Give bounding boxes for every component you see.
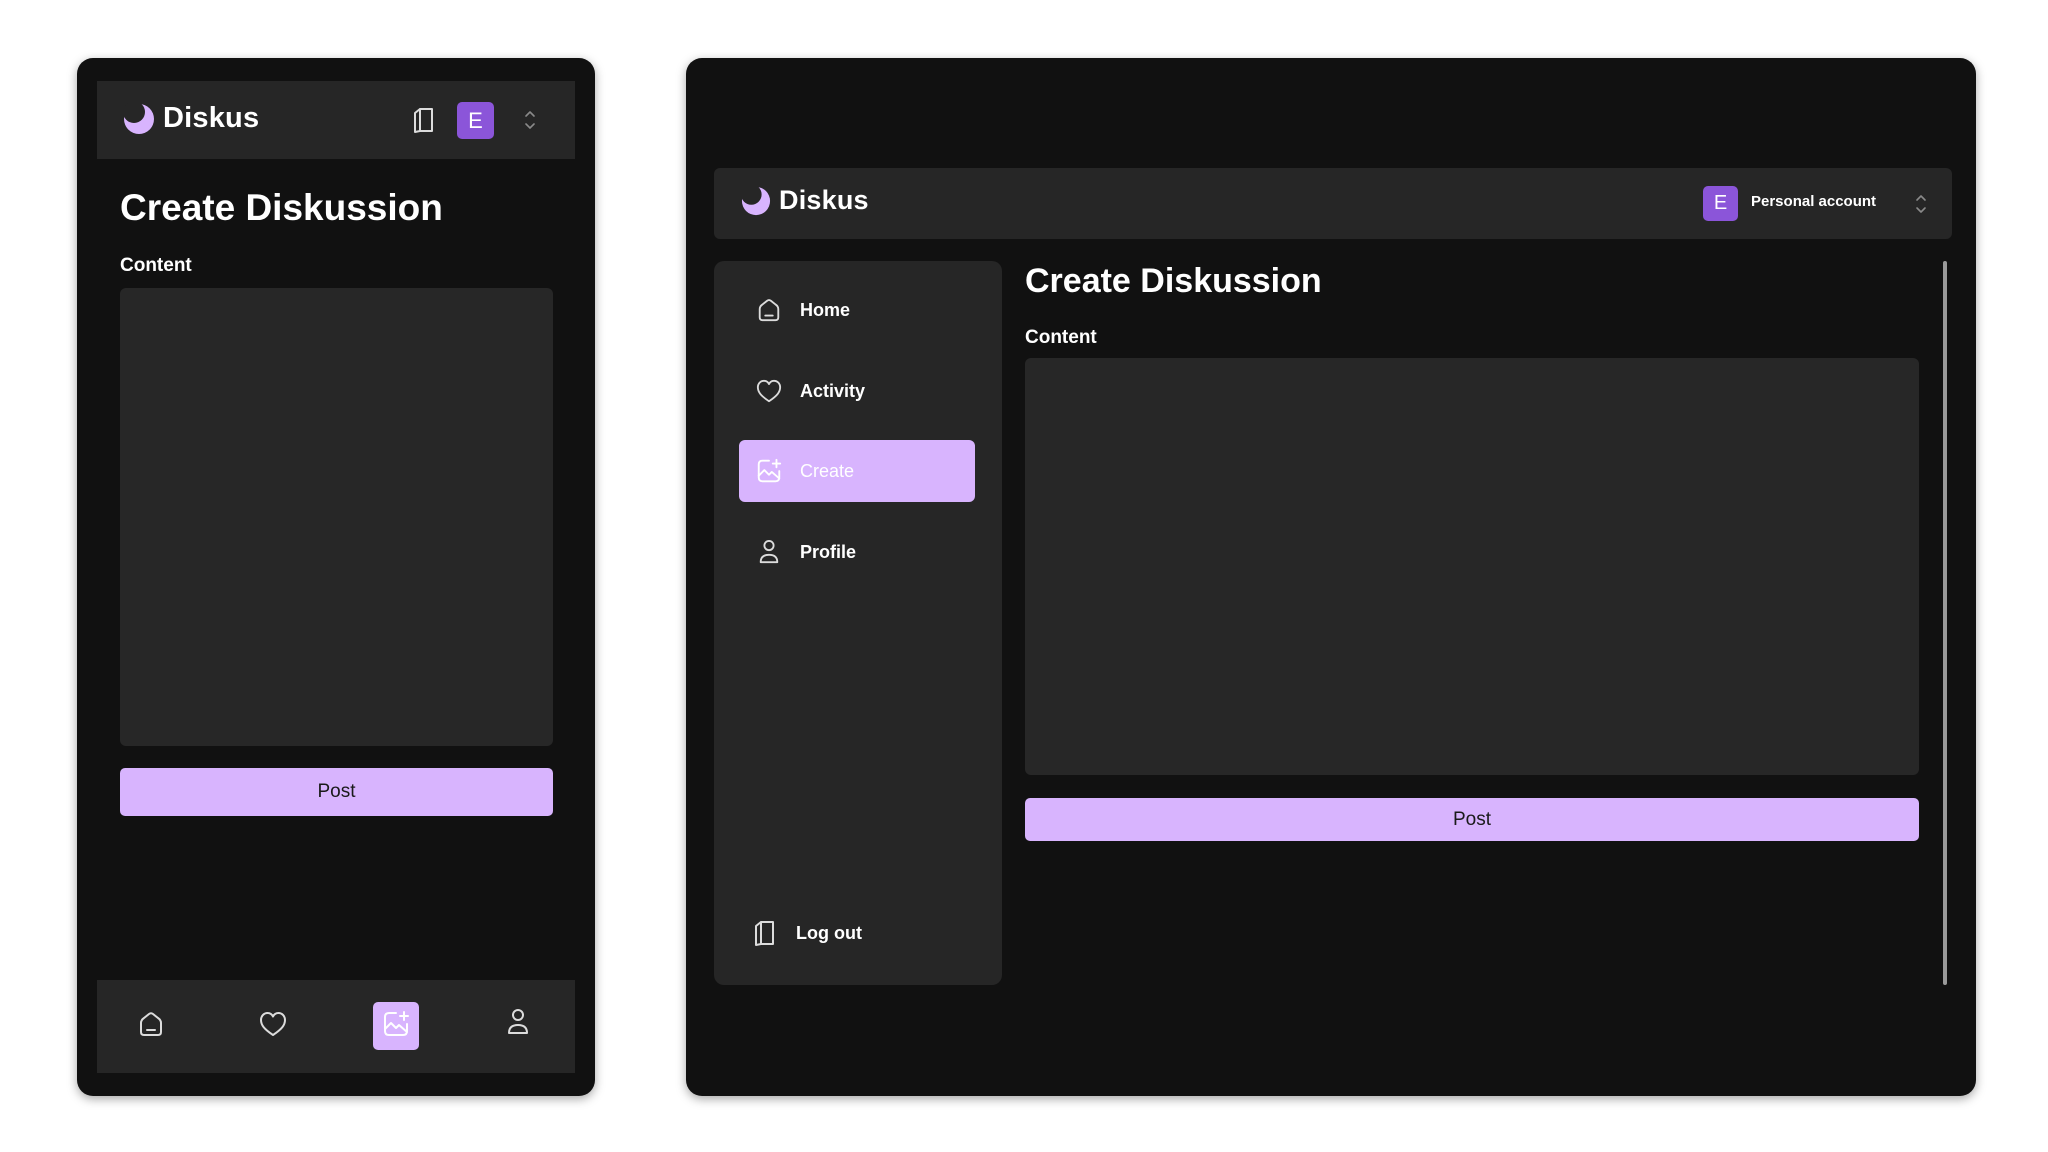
home-icon bbox=[755, 296, 783, 324]
tab-profile[interactable] bbox=[495, 1000, 541, 1048]
desktop-window-frame: Diskus E Personal account Home Activity … bbox=[686, 58, 1976, 1096]
desktop-header: Diskus E Personal account bbox=[714, 168, 1952, 239]
sidebar-item-label: Profile bbox=[800, 541, 857, 562]
sidebar-item-label: Log out bbox=[796, 922, 862, 943]
sidebar-item-profile[interactable]: Profile bbox=[739, 521, 975, 583]
page-title: Create Diskussion bbox=[1025, 262, 1322, 300]
sidebar-item-label: Activity bbox=[800, 380, 866, 401]
avatar[interactable]: E bbox=[457, 102, 494, 139]
app-logo[interactable]: Diskus bbox=[123, 102, 259, 135]
content-textarea[interactable] bbox=[1025, 358, 1919, 775]
tab-create[interactable] bbox=[373, 1002, 419, 1050]
post-button[interactable]: Post bbox=[1025, 798, 1919, 841]
sidebar-item-label: Create bbox=[800, 460, 855, 481]
tab-activity[interactable] bbox=[250, 1002, 296, 1050]
post-button[interactable]: Post bbox=[120, 768, 553, 816]
sidebar-item-home[interactable]: Home bbox=[739, 279, 975, 341]
scrollbar[interactable] bbox=[1943, 261, 1947, 985]
app-name: Diskus bbox=[779, 185, 869, 215]
content-label: Content bbox=[120, 255, 192, 276]
app-logo[interactable]: Diskus bbox=[741, 185, 869, 216]
user-icon bbox=[505, 1007, 531, 1042]
content-textarea[interactable] bbox=[120, 288, 553, 746]
create-post-icon bbox=[755, 457, 783, 485]
bottom-tab-bar bbox=[97, 980, 575, 1073]
tab-home[interactable] bbox=[128, 1002, 174, 1050]
mobile-device-frame: Diskus E Create Diskussion Content Post bbox=[77, 58, 595, 1096]
chevron-up-down-icon[interactable] bbox=[1914, 192, 1928, 216]
heart-icon bbox=[258, 1010, 288, 1043]
content-label: Content bbox=[1025, 327, 1097, 348]
mobile-header: Diskus E bbox=[97, 81, 575, 159]
sidebar-item-logout[interactable]: Log out bbox=[735, 902, 971, 964]
logo-moon-icon bbox=[741, 185, 771, 216]
sidebar-item-label: Home bbox=[800, 299, 851, 320]
user-icon bbox=[755, 538, 783, 566]
create-post-icon bbox=[381, 1009, 411, 1044]
logout-icon bbox=[751, 919, 779, 947]
sidebar-item-create[interactable]: Create bbox=[739, 440, 975, 502]
sidebar: Home Activity Create Profile Log out bbox=[714, 261, 1002, 985]
chevron-up-down-icon[interactable] bbox=[523, 108, 537, 132]
page-title: Create Diskussion bbox=[120, 187, 443, 228]
logout-icon[interactable] bbox=[409, 104, 439, 136]
mobile-screen: Diskus E Create Diskussion Content Post bbox=[97, 81, 575, 1073]
heart-icon bbox=[755, 377, 783, 405]
sidebar-item-activity[interactable]: Activity bbox=[739, 360, 975, 422]
logo-moon-icon bbox=[123, 102, 155, 135]
app-name: Diskus bbox=[163, 102, 260, 134]
account-name[interactable]: Personal account bbox=[1751, 193, 1876, 210]
home-icon bbox=[137, 1010, 165, 1043]
avatar[interactable]: E bbox=[1703, 186, 1738, 221]
